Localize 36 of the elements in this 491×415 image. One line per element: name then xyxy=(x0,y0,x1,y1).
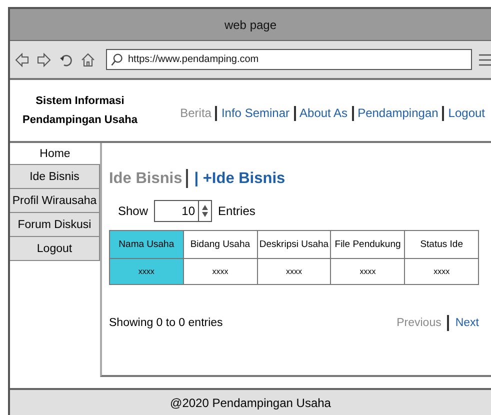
pagination-link[interactable]: Next xyxy=(449,315,479,331)
nav-link[interactable]: Pendampingan xyxy=(354,106,444,121)
back-icon[interactable] xyxy=(14,52,30,68)
table-cell: xxxx xyxy=(110,258,184,284)
column-header: Nama Usaha xyxy=(110,230,184,258)
entries-label: Entries xyxy=(218,204,256,218)
column-header: Status Ide xyxy=(404,230,478,258)
forward-icon[interactable] xyxy=(36,52,52,68)
site-title: Pendampingan Usaha xyxy=(22,112,138,128)
table-cell: xxxx xyxy=(404,258,478,284)
sidebar-item[interactable]: Forum Diskusi xyxy=(10,213,100,237)
column-header: File Pendukung xyxy=(330,230,405,258)
show-label: Show xyxy=(118,204,148,218)
column-header: Bidang Usaha xyxy=(183,230,258,258)
table-cell: xxxx xyxy=(183,258,258,284)
table-cell: xxxx xyxy=(330,258,405,284)
entries-info: Showing 0 to 0 entries xyxy=(109,317,223,329)
sidebar-item[interactable]: Profil Wirausaha xyxy=(10,189,100,213)
sidebar-item[interactable]: Logout xyxy=(10,237,100,261)
nav-link[interactable]: Berita xyxy=(176,106,218,121)
search-icon xyxy=(110,52,124,66)
nav-link[interactable]: Info Seminar xyxy=(217,106,296,121)
home-icon[interactable] xyxy=(80,52,96,68)
table-cell: xxxx xyxy=(257,258,331,284)
menu-icon[interactable] xyxy=(478,52,491,68)
nav-link[interactable]: Logout xyxy=(444,106,485,121)
column-header: Deskripsi Usaha xyxy=(257,230,331,258)
address-bar[interactable]: https://www.pendamping.com xyxy=(106,49,472,70)
sidebar-item[interactable]: Ide Bisnis xyxy=(10,165,100,189)
add-idea-link[interactable]: | +Ide Bisnis xyxy=(194,170,286,188)
nav-link[interactable]: About As xyxy=(296,106,354,121)
site-title: Sistem Informasi xyxy=(36,94,124,108)
page-size-spinner[interactable]: 10 xyxy=(154,200,212,222)
page-heading: Ide Bisnis xyxy=(109,169,188,188)
window-title: web page xyxy=(10,9,491,41)
footer-text: @2020 Pendampingan Usaha xyxy=(10,388,491,415)
